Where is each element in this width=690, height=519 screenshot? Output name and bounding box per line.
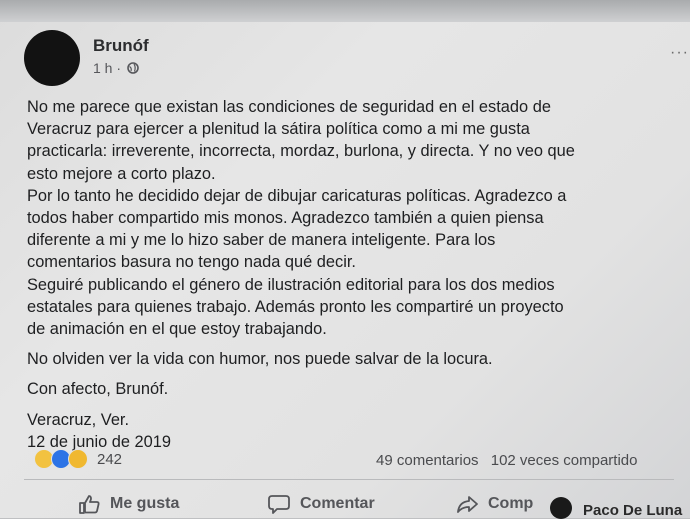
share-button[interactable]: Comp [456,494,533,514]
author-name[interactable]: Brunóf [93,36,149,56]
thumbs-up-icon [79,495,100,514]
globe-icon [127,62,139,74]
post-signoff: Con afecto, Brunóf. [27,380,169,399]
post-line: estatales para quienes trabajo. Además p… [27,297,564,316]
reaction-count[interactable]: 242 [97,451,122,468]
post-closing: No olviden ver la vida con humor, nos pu… [27,350,493,369]
window-top-strip [0,0,690,22]
post-line: Veracruz para ejercer a plenitud la sáti… [27,120,530,139]
post-line: diferente a mi y me lo hizo saber de man… [27,231,496,250]
contact-avatar[interactable] [550,497,572,519]
comment-label: Comentar [300,495,375,512]
post-line: de animación en el que estoy trabajando. [27,320,327,339]
shares-count-link[interactable]: 102 veces compartido [491,452,638,469]
post-stats: 49 comentarios 102 veces compartido [376,452,637,469]
post-line: Seguiré publicando el género de ilustrac… [27,275,555,294]
action-bar: Me gusta Comentar Comp Paco De Luna [0,490,690,519]
divider [24,479,674,480]
wow-reaction-icon [68,449,88,469]
author-avatar[interactable] [24,30,80,86]
post-line: No me parece que existan las condiciones… [27,98,551,116]
post-date: 12 de junio de 2019 [27,432,172,451]
contact-name[interactable]: Paco De Luna [583,502,682,519]
reaction-summary[interactable]: 242 [34,449,122,469]
comment-icon [268,495,290,514]
post-body: No me parece que existan las condiciones… [27,96,672,453]
post-line: todos haber compartido mis monos. Agrade… [27,209,544,228]
share-icon [457,496,478,513]
post-line: esto mejore a corto plazo. [27,164,216,183]
comment-button[interactable]: Comentar [268,494,375,514]
post-card: Brunóf 1 h · ··· No me parece que exista… [0,0,690,519]
post-line: Por lo tanto he decidido dejar de dibuja… [27,186,567,205]
comments-count-link[interactable]: 49 comentarios [376,452,479,469]
post-timestamp[interactable]: 1 h · [93,60,121,76]
like-label: Me gusta [110,495,180,512]
post-place: Veracruz, Ver. [27,410,130,429]
post-line: practicarla: irreverente, incorrecta, mo… [27,142,575,161]
ellipsis-icon[interactable]: ··· [670,44,689,62]
post-line: comentarios basura no tengo nada qué dec… [27,253,356,272]
post-meta: 1 h · [93,60,139,76]
like-button[interactable]: Me gusta [78,494,179,514]
share-label: Comp [488,495,534,512]
